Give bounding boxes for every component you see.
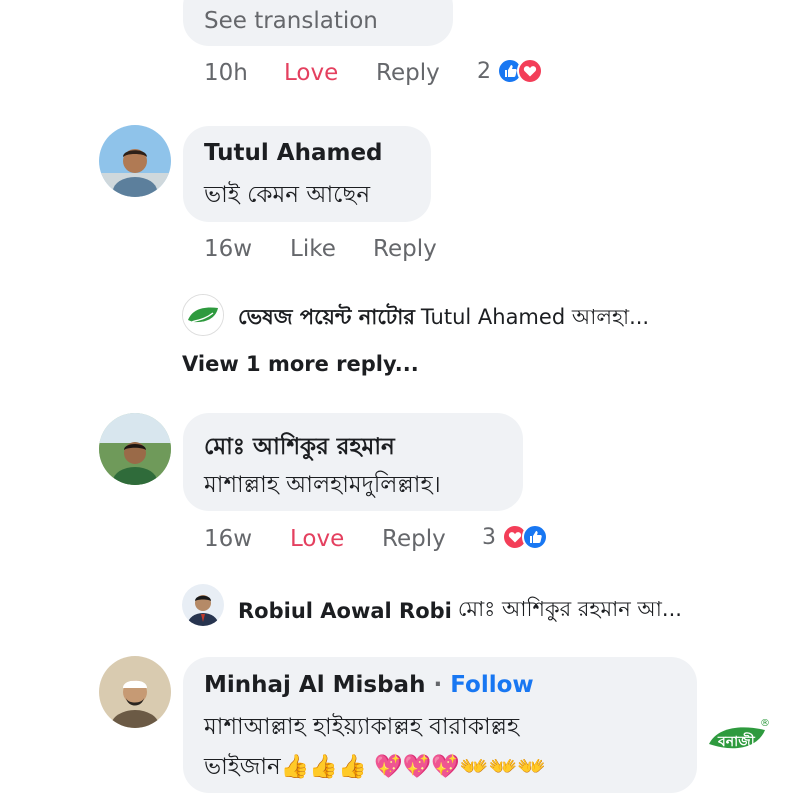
reaction-count: 3 xyxy=(482,524,496,550)
comment-time: 16w xyxy=(204,526,253,552)
love-reaction-button[interactable]: Love xyxy=(284,60,338,86)
like-button[interactable]: Like xyxy=(290,236,336,262)
reply-preview[interactable]: Robiul Aowal Robi মোঃ আশিকুর রহমান আ... xyxy=(238,593,682,628)
comment-author-name[interactable]: Minhaj Al Misbah xyxy=(204,672,425,698)
avatar[interactable] xyxy=(99,656,171,728)
love-reaction-icon xyxy=(517,58,543,84)
comment-author[interactable]: Tutul Ahamed xyxy=(204,140,383,166)
see-translation-link[interactable]: See translation xyxy=(204,8,378,34)
view-more-replies-link[interactable]: View 1 more reply... xyxy=(182,352,419,376)
registered-mark: ® xyxy=(760,718,770,729)
avatar[interactable] xyxy=(99,125,171,197)
page-logo-avatar[interactable] xyxy=(182,294,224,336)
avatar[interactable] xyxy=(99,413,171,485)
comment-time: 10h xyxy=(204,60,248,86)
reply-author[interactable]: ভেষজ পয়েন্ট নাটোর xyxy=(238,301,415,336)
reply-snippet: মোঃ আশিকুর রহমান আ... xyxy=(457,597,682,621)
reaction-count: 2 xyxy=(477,58,491,84)
comment-author[interactable]: মোঃ আশিকুর রহমান xyxy=(204,428,395,467)
reply-button[interactable]: Reply xyxy=(376,60,440,86)
comment-text-line1: মাশাআল্লাহ হাইয়্যাকাল্লহ বারাকাল্লহ xyxy=(204,714,520,740)
love-reaction-button[interactable]: Love xyxy=(290,526,344,552)
comment-text-line2: ভাইজান👍👍👍 💖💖💖👐👐👐 xyxy=(204,754,546,780)
comment-text: ভাই কেমন আছেন xyxy=(204,182,371,208)
reaction-summary[interactable]: 2 xyxy=(477,58,543,84)
watermark-text: বনাজী xyxy=(718,734,755,750)
comment-text: মাশাল্লাহ আলহামদুলিল্লাহ। xyxy=(204,472,441,498)
separator-dot: · xyxy=(433,672,443,698)
reply-snippet: Tutul Ahamed আলহা... xyxy=(420,305,650,329)
avatar[interactable] xyxy=(182,584,224,626)
reply-button[interactable]: Reply xyxy=(382,526,446,552)
comment-time: 16w xyxy=(204,236,253,262)
like-reaction-icon xyxy=(522,524,548,550)
watermark-logo: বনাজী ® xyxy=(706,718,770,758)
follow-button[interactable]: Follow xyxy=(450,672,533,698)
reaction-summary[interactable]: 3 xyxy=(482,524,548,550)
reply-button[interactable]: Reply xyxy=(373,236,437,262)
reply-author[interactable]: Robiul Aowal Robi xyxy=(238,599,452,623)
reply-preview[interactable]: ভেষজ পয়েন্ট নাটোর Tutul Ahamed আলহা... xyxy=(238,301,649,336)
comment-author[interactable]: Minhaj Al Misbah · Follow xyxy=(204,672,534,698)
